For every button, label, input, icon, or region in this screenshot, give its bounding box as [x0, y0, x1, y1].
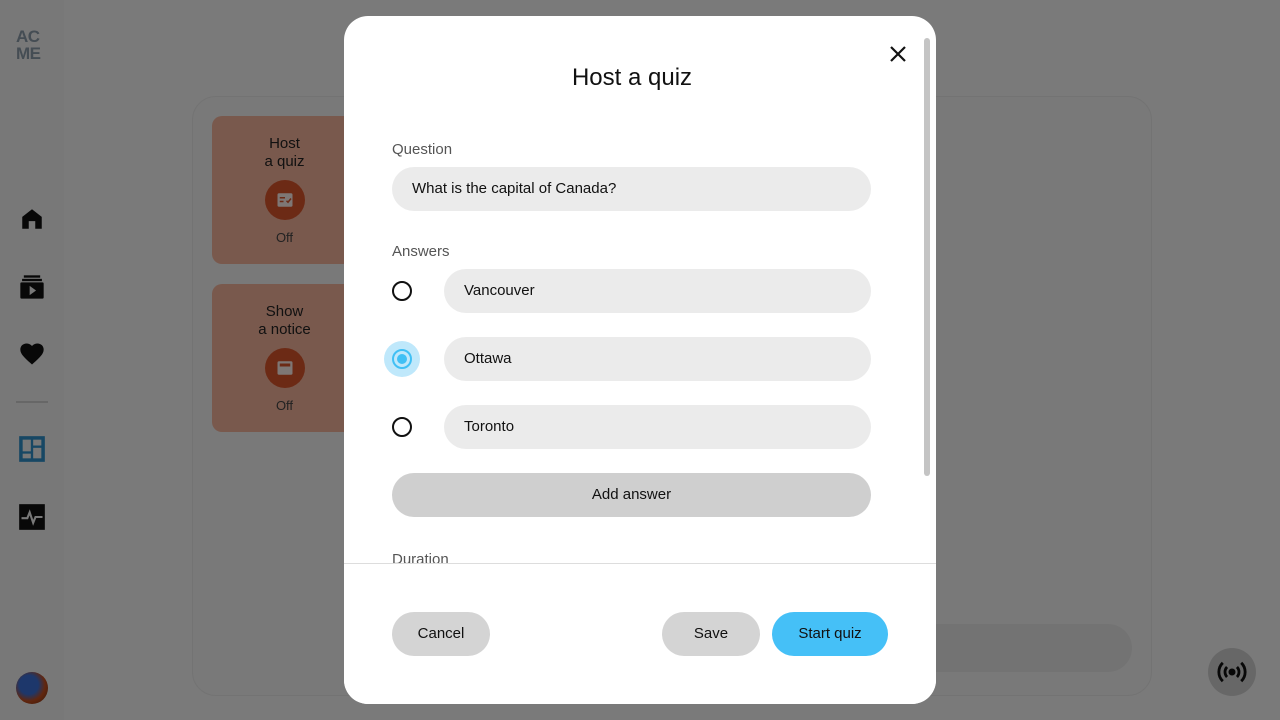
- start-quiz-button[interactable]: Start quiz: [772, 612, 888, 656]
- cancel-button[interactable]: Cancel: [392, 612, 490, 656]
- dialog-title: Host a quiz: [571, 64, 693, 91]
- footer-divider: [344, 563, 936, 564]
- question-input[interactable]: What is the capital of Canada?: [392, 167, 871, 211]
- answer-input-vancouver[interactable]: Vancouver: [444, 269, 871, 313]
- scrollbar[interactable]: [924, 38, 930, 476]
- close-icon[interactable]: [886, 42, 910, 66]
- answer-radio-ottawa[interactable]: [392, 349, 412, 369]
- answers-label: Answers: [392, 243, 450, 260]
- add-answer-button[interactable]: Add answer: [392, 473, 871, 517]
- answer-input-toronto[interactable]: Toronto: [444, 405, 871, 449]
- host-quiz-dialog: Host a quiz Question What is the capital…: [344, 16, 936, 704]
- answer-radio-vancouver[interactable]: [392, 281, 412, 301]
- answer-input-ottawa[interactable]: Ottawa: [444, 337, 871, 381]
- save-button[interactable]: Save: [662, 612, 760, 656]
- question-label: Question: [392, 141, 453, 158]
- answer-radio-toronto[interactable]: [392, 417, 412, 437]
